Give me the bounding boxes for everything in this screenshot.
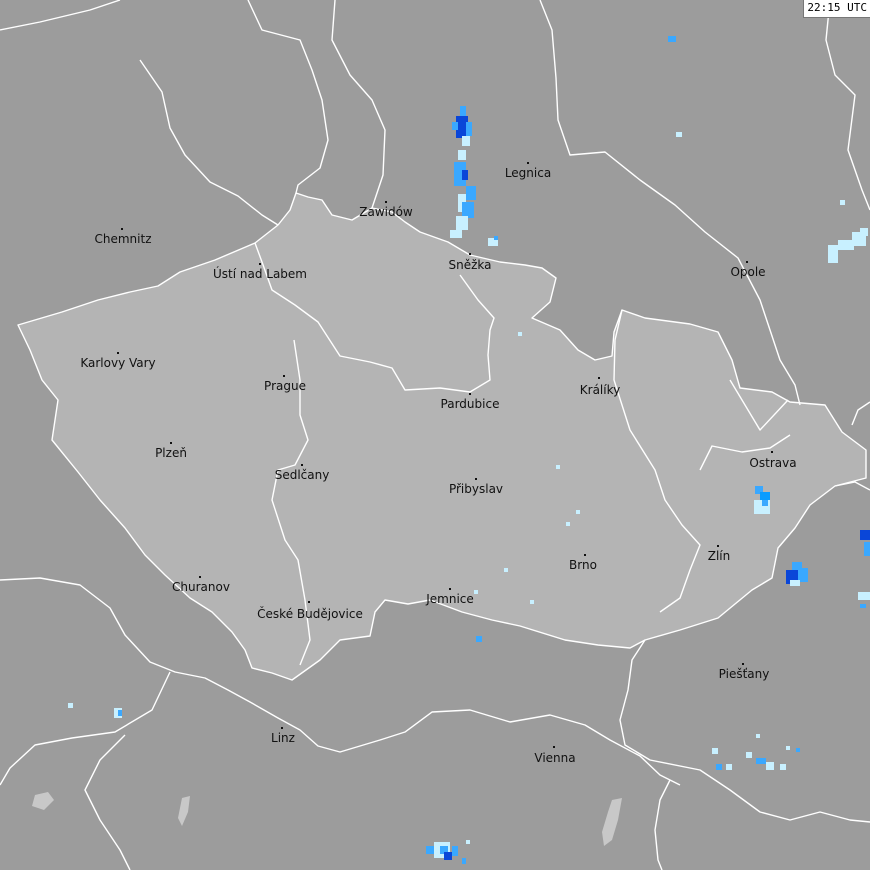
city-label-vienna: Vienna	[534, 751, 576, 765]
austria-border	[654, 779, 671, 870]
city-dot	[199, 576, 201, 578]
city-dot	[281, 727, 283, 729]
poland-border	[825, 0, 870, 211]
city-label-opole: Opole	[730, 265, 766, 279]
map-canvas	[0, 0, 870, 870]
city-dot	[475, 478, 477, 480]
radar-map[interactable]: Chemnitz Zawidów Legnica Ústí nad Labem …	[0, 0, 870, 870]
german-state-border	[0, 0, 121, 31]
city-dot	[121, 228, 123, 230]
city-label-piestany: Piešťany	[718, 667, 770, 681]
lake	[32, 792, 54, 810]
city-label-zawidow: Zawidów	[359, 205, 413, 219]
city-label-sedlcany: Sedlčany	[274, 468, 330, 482]
lake	[178, 796, 190, 826]
germany-poland-border	[247, 0, 329, 194]
city-dot	[584, 554, 586, 556]
radar-cell-south	[426, 840, 470, 864]
city-label-kraliky: Králíky	[579, 383, 621, 397]
radar-cell-snezka	[450, 106, 498, 246]
timestamp-badge: 22:15 UTC	[803, 0, 870, 18]
radar-cell-opole	[828, 200, 868, 263]
city-label-pribyslav: Přibyslav	[448, 482, 504, 496]
city-label-ostrava: Ostrava	[749, 456, 797, 470]
city-dot	[717, 545, 719, 547]
city-dot	[449, 588, 451, 590]
german-state-border	[139, 59, 279, 226]
austria-border	[0, 671, 171, 786]
city-label-linz: Linz	[271, 731, 295, 745]
city-dot	[385, 201, 387, 203]
city-label-chemnitz: Chemnitz	[94, 232, 152, 246]
city-label-usti-nad-labem: Ústí nad Labem	[212, 267, 308, 281]
city-dot	[259, 263, 261, 265]
city-dot	[553, 746, 555, 748]
austria-border	[84, 734, 131, 870]
city-dot	[742, 663, 744, 665]
city-dot	[308, 601, 310, 603]
radar-cell-zlin	[786, 562, 808, 586]
poland-border	[331, 0, 386, 209]
city-label-brno: Brno	[569, 558, 597, 572]
city-dot	[598, 377, 600, 379]
city-label-zlin: Zlín	[707, 549, 731, 563]
city-dot	[170, 442, 172, 444]
city-dot	[301, 464, 303, 466]
radar-cell-piestany	[712, 734, 800, 770]
city-dot	[469, 253, 471, 255]
lake	[602, 798, 622, 846]
city-dot	[527, 162, 529, 164]
city-label-plzen: Plzeň	[155, 446, 187, 460]
city-label-ceske-budejovice: České Budějovice	[257, 607, 363, 621]
city-label-karlovy-vary: Karlovy Vary	[80, 356, 156, 370]
city-dot	[283, 375, 285, 377]
city-label-snezka: Sněžka	[448, 258, 492, 272]
city-label-churanov: Churanov	[172, 580, 230, 594]
city-dot	[469, 393, 471, 395]
city-dot	[771, 451, 773, 453]
radar-cell-east-edge	[858, 530, 870, 608]
city-dot	[746, 261, 748, 263]
city-label-jemnice: Jemnice	[426, 592, 474, 606]
city-label-prague: Prague	[264, 379, 306, 393]
city-label-legnica: Legnica	[504, 166, 552, 180]
region-border	[851, 401, 870, 426]
city-dot	[117, 352, 119, 354]
city-label-pardubice: Pardubice	[440, 397, 500, 411]
